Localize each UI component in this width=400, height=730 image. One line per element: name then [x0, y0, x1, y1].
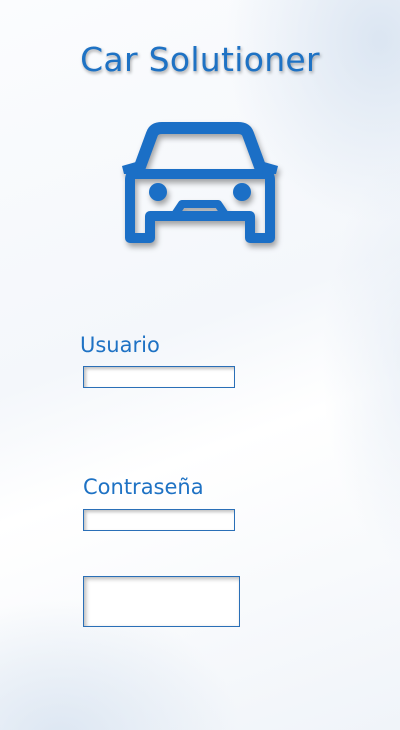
password-label: Contraseña — [83, 475, 204, 499]
username-input[interactable] — [83, 366, 235, 388]
password-input[interactable] — [83, 509, 235, 531]
username-label: Usuario — [80, 333, 160, 357]
app-title: Car Solutioner — [80, 40, 320, 79]
car-front-icon — [122, 122, 278, 243]
login-button[interactable] — [83, 576, 240, 627]
